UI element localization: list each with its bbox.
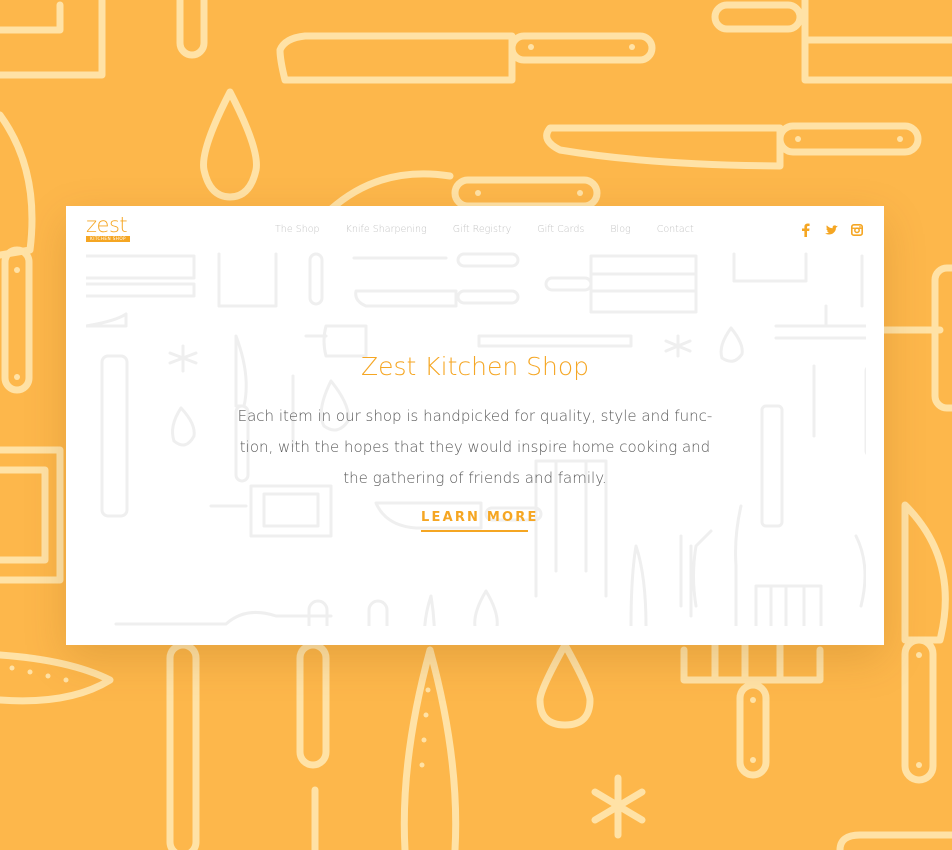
learn-more-button[interactable]: LEARN MORE bbox=[421, 510, 536, 532]
hero-card: zest KITCHEN SHOP The Shop Knife Sharpen… bbox=[66, 206, 884, 645]
hero-section: Zest Kitchen Shop Each item in our shop … bbox=[66, 206, 884, 645]
hero-title: Zest Kitchen Shop bbox=[360, 352, 590, 381]
hero-description-line: tion, with the hopes that they would ins… bbox=[239, 438, 711, 456]
hero-description-line: the gathering of friends and family. bbox=[343, 469, 607, 487]
hero-description-line: Each item in our shop is handpicked for … bbox=[237, 407, 713, 425]
hero-description: Each item in our shop is handpicked for … bbox=[235, 401, 715, 494]
